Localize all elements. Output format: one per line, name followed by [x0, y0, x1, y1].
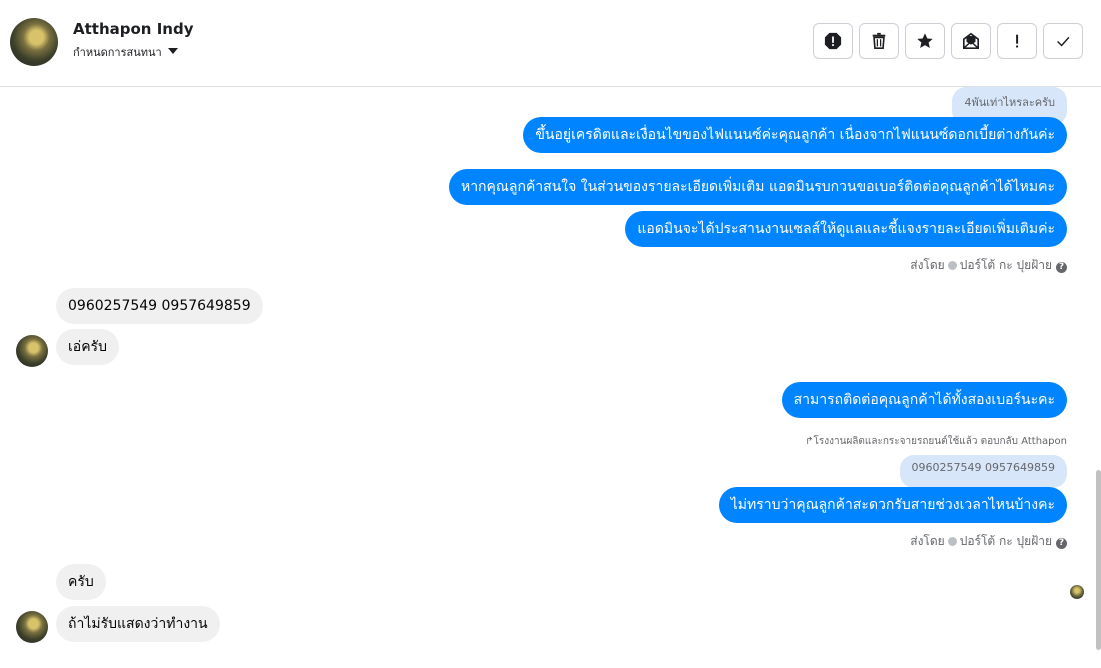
help-icon[interactable]: ?: [1056, 538, 1067, 549]
incoming-message[interactable]: ครับ: [56, 564, 106, 600]
outgoing-message[interactable]: หากคุณลูกค้าสนใจ ในส่วนของรายละเอียดเพิ่…: [448, 169, 1067, 205]
reply-label-text: โรงงานผลิตและกระจายรถยนต์ใช้แล้ว ตอบกลับ…: [813, 436, 1067, 447]
spam-button[interactable]: [813, 23, 853, 59]
trash-icon: [872, 32, 886, 50]
sent-by-agent: ปอร์โต้ กะ ปุยฝ้าย: [959, 258, 1052, 272]
sent-by-agent: ปอร์โต้ กะ ปุยฝ้าย: [959, 534, 1052, 548]
outgoing-message[interactable]: แอดมินจะได้ประสานงานเซลส์ให้ดูแลและชี้แจ…: [625, 211, 1067, 247]
star-button[interactable]: [905, 23, 945, 59]
sent-by-prefix: ส่งโดย: [910, 534, 945, 548]
outgoing-message[interactable]: ขึ้นอยู่เครดิตและเงื่อนไขของไฟแนนซ์ค่ะคุ…: [523, 117, 1067, 153]
delete-button[interactable]: [859, 23, 899, 59]
mark-unread-icon: [962, 32, 980, 50]
sent-by-label: ส่งโดย ปอร์โต้ กะ ปุยฝ้าย?: [910, 256, 1067, 275]
scrollbar[interactable]: [1096, 470, 1101, 650]
message-thread[interactable]: 4พันเท่าไหรละครับ ขึ้นอยู่เครดิตและเงื่อ…: [0, 87, 1096, 668]
outgoing-message[interactable]: ไม่ทราบว่าคุณลูกค้าสะดวกรับสายช่วงเวลาไห…: [718, 487, 1067, 523]
seen-avatar: [1070, 585, 1084, 599]
incoming-message[interactable]: เอ่ครับ: [56, 329, 119, 365]
incoming-message[interactable]: 0960257549 0957649859: [56, 288, 263, 324]
follow-up-button[interactable]: [997, 23, 1037, 59]
check-icon: [1057, 36, 1070, 47]
conversation-header: Atthapon Indy กำหนดการสนทนา: [0, 0, 1101, 87]
mark-unread-button[interactable]: [951, 23, 991, 59]
exclamation-circle-icon: [824, 32, 842, 50]
contact-avatar-small: [16, 611, 48, 643]
outgoing-message[interactable]: สามารถติดต่อคุณลูกค้าได้ทั้งสองเบอร์นะคะ: [781, 382, 1067, 418]
caret-down-icon: [167, 48, 178, 54]
conversation-toolbar: [813, 23, 1083, 59]
verified-check-icon: [947, 261, 957, 270]
contact-avatar[interactable]: [10, 18, 58, 66]
mark-done-button[interactable]: [1043, 23, 1083, 59]
star-icon: [917, 33, 933, 49]
exclamation-icon: [1016, 34, 1019, 48]
assign-label: กำหนดการสนทนา: [73, 46, 162, 59]
reply-label: ↱โรงงานผลิตและกระจายรถยนต์ใช้แล้ว ตอบกลั…: [805, 434, 1067, 449]
sent-by-label: ส่งโดย ปอร์โต้ กะ ปุยฝ้าย?: [910, 532, 1067, 551]
incoming-message[interactable]: ถ้าไม่รับแสดงว่าทำงาน: [56, 606, 220, 642]
contact-avatar-small: [16, 335, 48, 367]
help-icon[interactable]: ?: [1056, 262, 1067, 273]
verified-check-icon: [947, 537, 957, 546]
sent-by-prefix: ส่งโดย: [910, 258, 945, 272]
assign-conversation-dropdown[interactable]: กำหนดการสนทนา: [73, 43, 178, 61]
contact-name[interactable]: Atthapon Indy: [73, 20, 193, 38]
quoted-message: 0960257549 0957649859: [899, 455, 1067, 488]
